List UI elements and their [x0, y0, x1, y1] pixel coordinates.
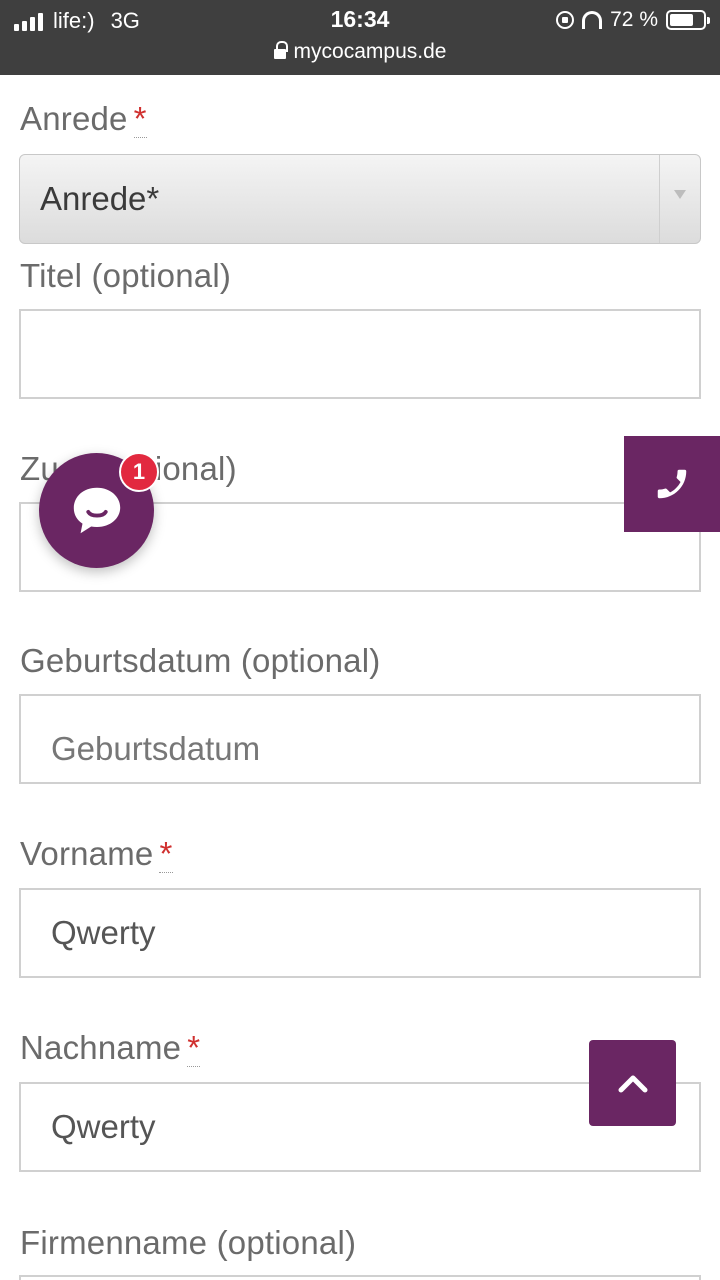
nachname-label-text: Nachname [20, 1029, 182, 1066]
anrede-label: Anrede * [20, 100, 147, 138]
firmenname-input[interactable] [19, 1275, 701, 1280]
required-mark: * [159, 835, 173, 873]
titel-label: Titel (optional) [20, 257, 232, 294]
lock-icon [273, 40, 288, 61]
phone-icon [657, 469, 687, 499]
battery-fill [670, 14, 694, 26]
battery-percent: 72 % [610, 8, 658, 31]
phone-button[interactable] [624, 436, 720, 532]
chevron-down-icon [674, 190, 686, 199]
select-divider [659, 155, 660, 243]
orientation-lock-icon [556, 11, 575, 29]
battery-icon [666, 10, 710, 30]
vorname-label: Vorname * [20, 835, 173, 873]
vorname-input[interactable]: Qwerty [19, 888, 701, 978]
headphones-icon [582, 11, 603, 29]
required-mark: * [133, 100, 147, 138]
scroll-to-top-button[interactable] [589, 1040, 676, 1126]
chevron-up-icon [618, 1075, 647, 1093]
chat-icon [73, 487, 120, 533]
chat-notification-badge: 1 [119, 452, 159, 492]
titel-input[interactable] [19, 309, 701, 399]
status-bar: life:) 3G 16:34 mycocampus.de 72 % [0, 0, 720, 75]
geburtsdatum-input[interactable]: Geburtsdatum [19, 694, 701, 784]
anrede-label-text: Anrede [20, 100, 128, 137]
vorname-label-text: Vorname [20, 835, 154, 872]
status-right: 72 % [556, 8, 710, 32]
required-mark: * [187, 1029, 201, 1067]
anrede-select[interactable]: Anrede* [19, 154, 701, 244]
nachname-label: Nachname * [20, 1029, 201, 1067]
geburtsdatum-label: Geburtsdatum (optional) [20, 642, 381, 679]
firmenname-label: Firmenname (optional) [20, 1224, 357, 1261]
anrede-select-value: Anrede* [40, 180, 160, 217]
url-text: mycocampus.de [293, 40, 447, 63]
address-bar[interactable]: mycocampus.de [0, 40, 720, 64]
